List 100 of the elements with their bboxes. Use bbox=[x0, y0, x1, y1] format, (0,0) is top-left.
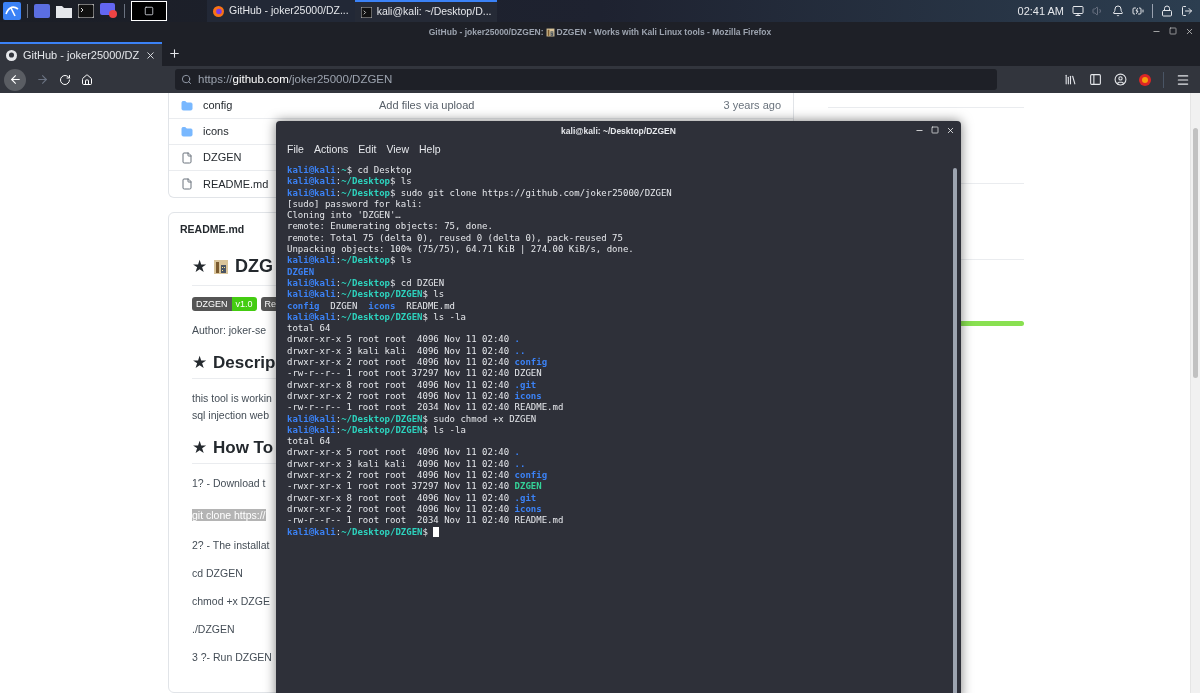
terminal-line: kali@kali:~/Desktop/DZGEN$ ls bbox=[287, 289, 445, 301]
menu-item[interactable]: File bbox=[284, 141, 307, 158]
terminal-line: drwxr-xr-x 2 root root 4096 Nov 11 02:40 icons bbox=[287, 503, 542, 516]
file-icon bbox=[181, 178, 193, 190]
terminal-line: drwxr-xr-x 8 root root 4096 Nov 11 02:40 .git bbox=[287, 492, 537, 504]
terminal-line: kali@kali:~$ cd Desktop bbox=[287, 165, 412, 176]
terminal-line: kali@kali:~/Desktop$ sudo git clone https://github.com/joker25000/DZGEN bbox=[287, 187, 672, 199]
paragraph-line: ./DZGEN bbox=[192, 622, 235, 637]
page-scrollbar[interactable] bbox=[1190, 93, 1200, 693]
terminal-icon[interactable] bbox=[78, 4, 94, 18]
terminal-line: drwxr-xr-x 2 root root 4096 Nov 11 02:40 icons bbox=[287, 390, 542, 403]
forward-icon[interactable] bbox=[36, 73, 49, 86]
terminal-line: Cloning into 'DZGEN'… bbox=[287, 210, 401, 222]
menu-item[interactable]: Help bbox=[416, 141, 444, 158]
terminal-line: drwxr-xr-x 5 root root 4096 Nov 11 02:40 . bbox=[287, 447, 520, 459]
building-icon bbox=[545, 27, 555, 37]
terminal-line: drwxr-xr-x 3 kali kali 4096 Nov 11 02:40 .. bbox=[287, 345, 526, 357]
window-icon bbox=[144, 6, 154, 16]
readme-title: README.md bbox=[180, 222, 245, 238]
window-title: DZGEN - Works with Kali Linux tools - Mozilla Firefox bbox=[556, 25, 772, 39]
clock[interactable]: 02:41 AM bbox=[1017, 2, 1064, 20]
kali-logo-icon[interactable] bbox=[3, 2, 21, 20]
new-tab-icon[interactable] bbox=[168, 47, 182, 60]
file-name[interactable]: config bbox=[203, 99, 233, 112]
paragraph-line: 2? - The installat bbox=[192, 538, 270, 553]
terminal-line: drwxr-xr-x 5 root root 4096 Nov 11 02:40 . bbox=[287, 334, 520, 346]
taskbar-task[interactable]: GitHub - joker25000/DZ... bbox=[207, 0, 355, 22]
folder-icon bbox=[181, 99, 193, 112]
star-label: ★ bbox=[192, 437, 207, 459]
reload-icon[interactable] bbox=[59, 73, 71, 86]
terminal-line: kali@kali:~/Desktop/DZGEN$ ls -la bbox=[287, 424, 466, 437]
star-label: ★ bbox=[192, 352, 207, 374]
file-name[interactable]: icons bbox=[203, 125, 229, 138]
readme-heading: DZG bbox=[235, 255, 273, 278]
terminal-title: kali@kali: ~/Desktop/DZGEN bbox=[561, 124, 676, 138]
file-icon bbox=[181, 151, 193, 164]
terminal-line: Unpacking objects: 100% (75/75), 64.71 KiB | 274.00 KiB/s, done. bbox=[287, 244, 634, 255]
back-icon bbox=[8, 73, 22, 86]
terminal-line: drwxr-xr-x 8 root root 4096 Nov 11 02:40 .git bbox=[287, 379, 537, 391]
commit-message[interactable]: Add files via upload bbox=[379, 97, 475, 114]
logout-icon[interactable] bbox=[1181, 5, 1193, 17]
paragraph-line: this tool is workin bbox=[192, 391, 272, 406]
terminal-line: -rw-r--r-- 1 root root 2034 Nov 11 02:40 README.md bbox=[287, 402, 564, 414]
terminal-line: config DZGEN icons README.md bbox=[287, 300, 455, 312]
terminal-line: total 64 bbox=[287, 436, 331, 448]
file-name[interactable]: DZGEN bbox=[203, 151, 242, 164]
extension-icon[interactable] bbox=[1139, 73, 1151, 86]
close-tab-icon[interactable] bbox=[145, 49, 157, 61]
terminal-line: total 64 bbox=[287, 323, 331, 335]
menu-item[interactable]: View bbox=[383, 141, 413, 158]
volume-icon[interactable] bbox=[1092, 5, 1104, 17]
paragraph-line: Author: joker-se bbox=[192, 323, 267, 338]
menu-icon[interactable] bbox=[1176, 72, 1190, 87]
terminal-line: DZGEN bbox=[287, 266, 315, 278]
paragraph-line: sql injection web bbox=[192, 408, 270, 423]
maximize-icon[interactable] bbox=[1169, 27, 1177, 35]
section-heading: How To bbox=[213, 437, 274, 459]
menu-item[interactable]: Actions bbox=[310, 141, 352, 158]
taskbar-task[interactable]: kali@kali: ~/Desktop/D... bbox=[354, 0, 498, 22]
browser-tab[interactable]: GitHub - joker25000/DZ bbox=[0, 42, 163, 66]
terminal-line: drwxr-xr-x 3 kali kali 4096 Nov 11 02:40 .. bbox=[287, 458, 526, 470]
paragraph-line: cd DZGEN bbox=[192, 566, 243, 581]
display-icon[interactable] bbox=[1072, 5, 1084, 17]
terminal-line: -rw-r--r-- 1 root root 2034 Nov 11 02:40 README.md bbox=[287, 515, 564, 527]
lock-icon[interactable] bbox=[1161, 5, 1173, 17]
terminal-line: kali@kali:~/Desktop$ cd DZGEN bbox=[287, 277, 445, 289]
badge: v1.0 bbox=[231, 297, 257, 311]
terminal-line: drwxr-xr-x 2 root root 4096 Nov 11 02:40 config bbox=[287, 357, 548, 369]
folder-icon bbox=[181, 125, 193, 138]
bell-icon[interactable] bbox=[1112, 5, 1124, 17]
paragraph-line: chmod +x DZGE bbox=[192, 594, 270, 609]
terminal-line: remote: Enumerating objects: 75, done. bbox=[287, 221, 493, 233]
terminal-line: -rw-r--r-- 1 root root 37297 Nov 11 02:40 DZGEN bbox=[287, 368, 542, 380]
close-icon[interactable] bbox=[1185, 27, 1194, 36]
commit-age: 3 years ago bbox=[723, 98, 781, 114]
search-icon bbox=[181, 74, 192, 85]
sidebar-icon[interactable] bbox=[1089, 73, 1102, 86]
library-icon[interactable] bbox=[1064, 73, 1077, 86]
paragraph-line: 1? - Download t bbox=[192, 476, 266, 491]
terminal-scrollbar[interactable] bbox=[953, 168, 957, 693]
home-icon[interactable] bbox=[81, 73, 93, 86]
window-title: GitHub - joker25000/DZGEN: bbox=[428, 25, 544, 39]
url-field[interactable]: https://github.com/joker25000/DZGEN bbox=[175, 69, 997, 90]
menu-item[interactable]: Edit bbox=[355, 141, 380, 158]
terminal-icon bbox=[360, 6, 372, 18]
screen-recorder-icon[interactable] bbox=[100, 3, 118, 19]
terminal-line: remote: Total 75 (delta 0), reused 0 (delta 0), pack-reused 75 bbox=[287, 232, 623, 245]
terminal-line: kali@kali:~/Desktop$ ls bbox=[287, 176, 412, 188]
firefox-icon bbox=[213, 5, 224, 17]
account-icon[interactable] bbox=[1114, 73, 1127, 86]
workspace-switcher[interactable] bbox=[131, 1, 167, 21]
badge: DZGEN bbox=[192, 297, 232, 311]
github-icon bbox=[6, 49, 17, 61]
terminal-line: kali@kali:~/Desktop/DZGEN$ sudo chmod +x DZGEN bbox=[287, 413, 537, 425]
terminal-line: drwxr-xr-x 2 root root 4096 Nov 11 02:40 config bbox=[287, 470, 548, 482]
folder-icon[interactable] bbox=[56, 4, 72, 18]
terminal-line: kali@kali:~/Desktop$ ls bbox=[287, 255, 412, 267]
file-name[interactable]: README.md bbox=[203, 177, 269, 190]
back-button[interactable] bbox=[4, 68, 26, 91]
star-label: ★ bbox=[192, 255, 207, 278]
